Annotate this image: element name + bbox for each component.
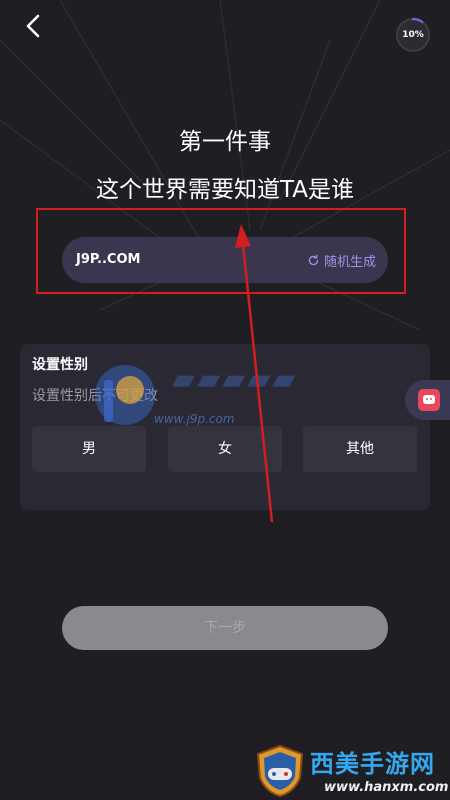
brand-name: 西美手游网 xyxy=(310,750,435,778)
watermark: ▰▰▰▰▰ www.j9p.com xyxy=(90,352,350,432)
next-step-button[interactable]: 下一步 xyxy=(62,606,388,650)
chevron-left-icon xyxy=(26,14,40,38)
gender-title: 设置性别 xyxy=(32,357,88,373)
watermark-url: www.j9p.com xyxy=(154,412,235,426)
page-title: 第一件事 xyxy=(179,129,271,155)
gender-option-other[interactable]: 其他 xyxy=(303,426,417,472)
progress-label: 10% xyxy=(402,30,424,40)
back-button[interactable] xyxy=(20,12,48,40)
page-subtitle: 这个世界需要知道TA是谁 xyxy=(96,177,354,203)
gender-option-male[interactable]: 男 xyxy=(32,426,146,472)
p-logo-icon xyxy=(95,365,155,425)
game-controller-icon xyxy=(418,389,440,411)
brand-url: www.hanxm.com xyxy=(324,780,449,795)
gender-option-female[interactable]: 女 xyxy=(168,426,282,472)
floating-assistant-button[interactable] xyxy=(405,380,450,420)
watermark-text-graphic: ▰▰▰▰▰ xyxy=(172,362,298,397)
annotation-highlight-box xyxy=(36,208,406,294)
brand-watermark: 西美手游网 www.hanxm.com xyxy=(252,742,450,800)
gamepad-shield-icon xyxy=(256,744,304,798)
